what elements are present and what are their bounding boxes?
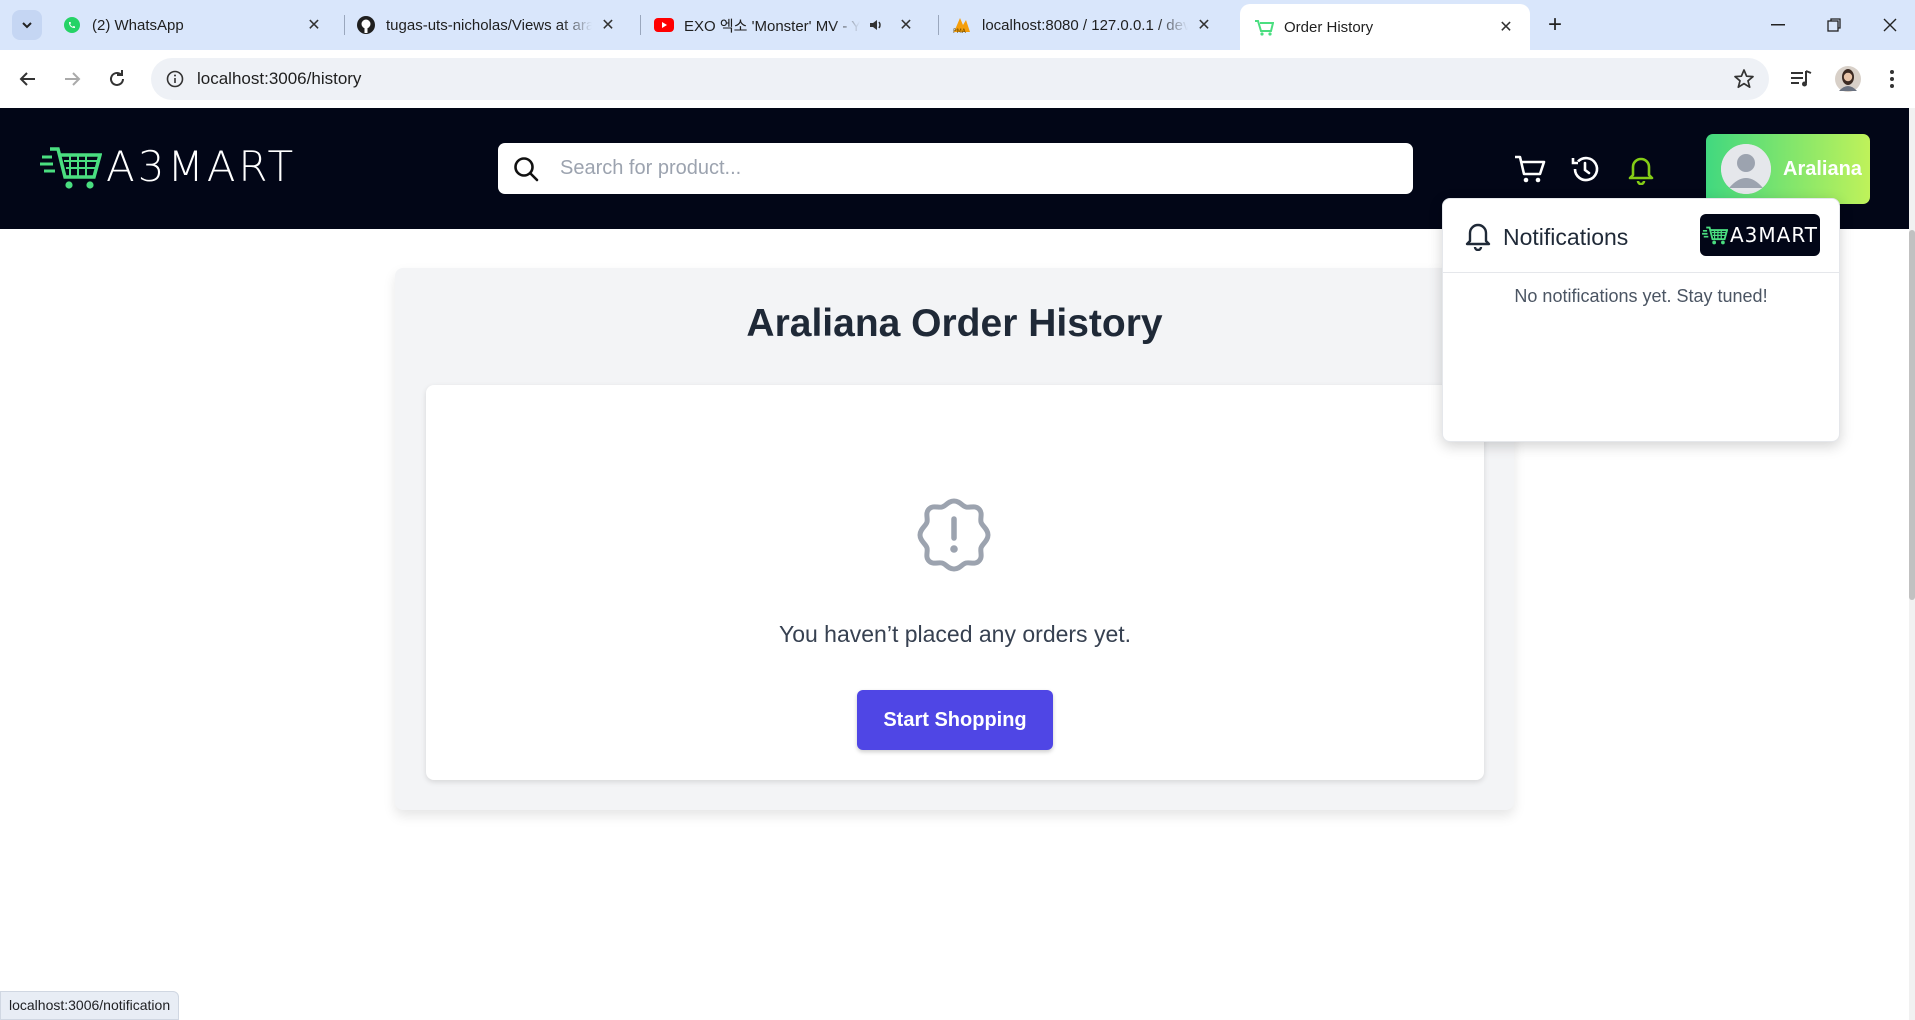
speaker-icon[interactable] [866,15,886,35]
tab-title: localhost:8080 / 127.0.0.1 / dev [982,16,1188,34]
cart-logo-icon [40,146,102,189]
tab-title: (2) WhatsApp [92,16,184,34]
whatsapp-icon [62,15,82,35]
tab-github[interactable]: tugas-uts-nicholas/Views at ara ✕ [342,7,632,43]
notifications-logo: A3MART [1700,214,1820,256]
site-logo[interactable]: A3MART [40,142,296,191]
notifications-button[interactable] [1624,152,1658,186]
close-tab-icon[interactable]: ✕ [896,15,916,35]
back-button[interactable] [12,63,44,95]
order-history-panel: Araliana Order History You haven’t place… [395,268,1514,810]
user-avatar-icon [1721,144,1771,194]
cart-favicon-icon [1254,17,1274,37]
order-history-button[interactable] [1568,152,1602,186]
tab-title: tugas-uts-nicholas/Views at ara [386,16,592,34]
bookmark-star-icon[interactable] [1733,68,1755,90]
media-controls-icon[interactable] [1785,63,1817,95]
logo-text: A3MART [106,142,297,191]
tab-order-history[interactable]: Order History ✕ [1240,4,1530,50]
tab-search-button[interactable] [12,10,42,40]
notifications-logo-text: A3MART [1729,223,1818,247]
tab-title: EXO 엑소 'Monster' MV - Yo [684,17,860,35]
profile-avatar[interactable] [1832,63,1864,95]
reload-button[interactable] [101,63,133,95]
bell-icon [1465,223,1491,251]
forward-button[interactable] [56,63,88,95]
page-title: Araliana Order History [746,302,1163,345]
close-tab-icon[interactable]: ✕ [1194,15,1214,35]
start-shopping-button[interactable]: Start Shopping [857,690,1053,750]
shopping-cart-icon [1515,155,1546,183]
user-name: Araliana [1783,157,1862,180]
forward-arrow-icon [65,72,81,86]
tab-whatsapp[interactable]: (2) WhatsApp ✕ [48,7,338,43]
cart-logo-icon [1702,226,1728,245]
close-tab-icon[interactable]: ✕ [598,15,618,35]
close-tab-icon[interactable]: ✕ [1496,17,1516,37]
tab-phpmyadmin[interactable]: PMA localhost:8080 / 127.0.0.1 / dev ✕ [938,7,1228,43]
notifications-title: Notifications [1503,224,1629,250]
address-bar[interactable]: localhost:3006/history [151,58,1769,100]
notifications-dropdown: Notifications A3MART No notifications ye… [1442,198,1840,442]
history-icon [1571,156,1599,182]
tab-title: Order History [1284,18,1374,36]
github-icon [356,15,376,35]
notifications-header: Notifications A3MART [1443,199,1839,273]
close-tab-icon[interactable]: ✕ [304,15,324,35]
search-input[interactable] [560,151,1380,186]
browser-menu-icon[interactable] [1876,63,1908,95]
empty-orders-card: You haven’t placed any orders yet. Start… [426,385,1484,780]
restore-button[interactable] [1814,10,1854,40]
new-tab-button[interactable]: + [1541,12,1569,40]
search-icon[interactable] [512,155,540,183]
notifications-empty-message: No notifications yet. Stay tuned! [1514,286,1768,306]
phpmyadmin-icon: PMA [952,15,972,35]
back-arrow-icon [19,72,35,86]
empty-state-message: You haven’t placed any orders yet. [778,621,1132,647]
status-bar-url: localhost:3006/notification [0,991,180,1020]
chevron-down-icon [22,22,32,29]
minimize-button[interactable] [1758,10,1798,40]
url-text[interactable]: localhost:3006/history [197,69,361,89]
youtube-icon [654,15,674,35]
svg-text:PMA: PMA [953,28,967,34]
page-scrollbar-thumb[interactable] [1909,230,1915,600]
reload-icon [110,70,124,86]
user-menu-button[interactable]: Araliana [1706,134,1870,204]
bell-icon [1628,157,1654,185]
tab-youtube[interactable]: EXO 엑소 'Monster' MV - Yo ✕ [640,7,930,43]
cart-button[interactable] [1513,152,1547,186]
alert-badge-icon [917,498,991,572]
close-window-button[interactable] [1870,10,1910,40]
site-info-icon[interactable] [165,69,185,89]
search-bar [498,143,1413,194]
